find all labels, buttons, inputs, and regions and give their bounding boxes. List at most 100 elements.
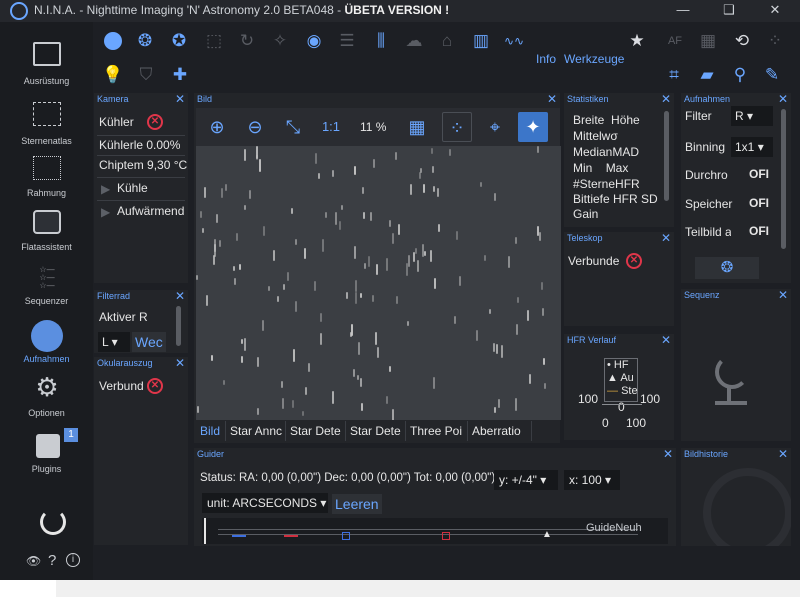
star-streak xyxy=(211,355,213,361)
close-button[interactable]: ✕ xyxy=(752,0,798,22)
lightbulb-icon[interactable]: 💡 xyxy=(102,64,124,86)
stat-row: Breite Höhe xyxy=(573,113,640,127)
history-tool-icon[interactable]: ⟲ xyxy=(731,30,753,52)
clear-button[interactable]: Leeren xyxy=(332,494,382,514)
scrollbar[interactable] xyxy=(176,306,181,346)
hfr-chart-tool-icon[interactable]: ▥ xyxy=(470,30,492,52)
tab-star-detection-1[interactable]: Star Dete xyxy=(286,421,346,441)
camera-tool-icon[interactable] xyxy=(102,30,124,52)
camera-panel: Kamera ✕ Kühler ✕ Kühlerle 0.00% Chiptem… xyxy=(94,92,188,283)
fit-to-screen-icon[interactable]: ⤡ xyxy=(278,112,308,142)
filter-select[interactable]: L ▾ xyxy=(98,332,130,352)
close-icon[interactable]: ✕ xyxy=(663,447,673,461)
star-icon[interactable]: ★ xyxy=(626,30,648,52)
eye-icon[interactable]: 👁 xyxy=(26,554,41,568)
focuser-tool-icon[interactable]: ✪ xyxy=(168,30,190,52)
close-icon[interactable]: ✕ xyxy=(778,448,788,461)
auto-stretch-icon[interactable]: ✦ xyxy=(518,112,548,142)
guide-graph-tool-icon[interactable]: ∿∿ xyxy=(503,30,525,52)
star-streak xyxy=(305,387,307,395)
close-icon[interactable]: ✕ xyxy=(661,231,671,245)
tools-tab[interactable]: Werkzeuge xyxy=(564,52,624,66)
change-filter-button[interactable]: Wec xyxy=(132,332,166,352)
nav-item-options[interactable]: ⚙ Optionen xyxy=(0,372,93,428)
nav-item-flatwizard[interactable]: Flatassistent xyxy=(0,206,93,262)
tab-star-annotation[interactable]: Star Annc xyxy=(226,421,286,441)
binning-select[interactable]: 1x1 ▾ xyxy=(731,137,773,157)
star-streak xyxy=(398,224,400,235)
dots-tool-icon[interactable]: ⁘ xyxy=(764,30,786,52)
tab-image[interactable]: Bild xyxy=(196,421,226,441)
telescope-tool-icon[interactable]: ✧ xyxy=(269,30,291,52)
subframe-toggle[interactable]: OFI xyxy=(749,224,769,238)
close-icon[interactable]: ✕ xyxy=(175,92,185,106)
imagecontrols-tool-icon[interactable]: ⫼ xyxy=(370,30,392,52)
close-icon[interactable]: ✕ xyxy=(778,92,788,106)
ruler-icon[interactable]: ▰ xyxy=(696,64,718,86)
close-icon[interactable]: ✕ xyxy=(175,356,185,370)
weather-tool-icon[interactable]: ☁ xyxy=(403,30,425,52)
guider-tool-icon[interactable]: ⬚ xyxy=(203,30,225,52)
warm-button[interactable]: ▶ Aufwärmend xyxy=(97,202,185,222)
power-icon[interactable] xyxy=(40,509,66,535)
nav-item-sequencer[interactable]: ☆— ☆— ☆— Sequenzer xyxy=(0,262,93,318)
autofocus-tool-icon[interactable]: AF xyxy=(664,30,686,52)
filterwheel-tool-icon[interactable]: ❂ xyxy=(134,30,156,52)
shield-icon[interactable]: ⛉ xyxy=(135,64,157,86)
telescope-outline-icon[interactable]: ⌗ xyxy=(663,64,685,86)
star-streak xyxy=(249,190,251,199)
nav-label: Flatassistent xyxy=(21,242,72,252)
help-icon[interactable]: ? xyxy=(48,552,56,569)
tab-aberration[interactable]: Aberratio xyxy=(468,421,532,441)
star-streak xyxy=(433,186,435,192)
search-icon[interactable]: ⚲ xyxy=(729,64,751,86)
star-detection-icon[interactable]: ⁘ xyxy=(442,112,472,142)
crosshair-icon[interactable]: ⌖ xyxy=(480,112,510,142)
nav-item-equipment[interactable]: Ausrüstung xyxy=(0,36,93,92)
tab-three-point[interactable]: Three Poi xyxy=(406,421,468,441)
cool-button[interactable]: ▶ Kühle xyxy=(97,179,185,199)
rotator-tool-icon[interactable]: ↻ xyxy=(236,30,258,52)
brush-icon[interactable]: ✎ xyxy=(761,64,783,86)
tab-star-detection-2[interactable]: Star Dete xyxy=(346,421,406,441)
close-icon[interactable]: ✕ xyxy=(778,288,788,302)
nav-item-imaging[interactable]: Aufnahmen xyxy=(0,318,93,374)
scrollbar[interactable] xyxy=(664,111,669,201)
start-capture-button[interactable]: ❂ xyxy=(695,257,759,279)
zoom-out-icon[interactable]: ⊖ xyxy=(240,112,270,142)
dither-toggle[interactable]: OFI xyxy=(749,167,769,181)
close-icon[interactable]: ✕ xyxy=(661,92,671,106)
maximize-button[interactable]: ❑ xyxy=(706,0,752,22)
y-scale-dropdown[interactable]: y: +/-4" ▾ xyxy=(494,470,558,490)
star-streak xyxy=(204,187,206,198)
zoom-in-icon[interactable]: ⊕ xyxy=(202,112,232,142)
sequence-tool-icon[interactable]: ☰ xyxy=(336,30,358,52)
puzzle-tool-icon[interactable]: ✚ xyxy=(169,64,191,86)
star-streak xyxy=(430,250,432,262)
close-icon[interactable]: ✕ xyxy=(175,289,185,303)
star-streak xyxy=(517,297,519,303)
grid-tool-icon[interactable]: ▦ xyxy=(697,30,719,52)
nav-label: Rahmung xyxy=(26,188,67,198)
x-scale-dropdown[interactable]: x: 100 ▾ xyxy=(564,470,620,490)
dome-tool-icon[interactable]: ⌂ xyxy=(436,30,458,52)
close-icon[interactable]: ✕ xyxy=(547,92,557,106)
info-tab[interactable]: Info xyxy=(536,52,556,66)
gears-icon: ⚙ xyxy=(35,372,59,402)
info-icon[interactable]: i xyxy=(66,553,80,567)
scrollbar[interactable] xyxy=(781,109,786,249)
unit-dropdown[interactable]: unit: ARCSECONDS ▾ xyxy=(202,493,328,513)
nav-item-plugins[interactable]: 1 Plugins xyxy=(0,426,93,482)
save-toggle[interactable]: OFI xyxy=(749,196,769,210)
star-streak xyxy=(377,347,379,358)
zoom-1to1-button[interactable]: 1:1 xyxy=(316,112,346,142)
nav-item-skyatlas[interactable]: Sternenatlas xyxy=(0,96,93,152)
filter-select[interactable]: R ▾ xyxy=(731,106,773,126)
star-streak xyxy=(515,398,517,411)
star-streak xyxy=(335,212,337,225)
platesolve-tool-icon[interactable]: ◉ xyxy=(303,30,325,52)
grid-overlay-icon[interactable]: ▦ xyxy=(402,112,432,142)
close-icon[interactable]: ✕ xyxy=(661,333,671,347)
minimize-button[interactable]: — xyxy=(660,0,706,22)
nav-item-framing[interactable]: Rahmung xyxy=(0,150,93,206)
